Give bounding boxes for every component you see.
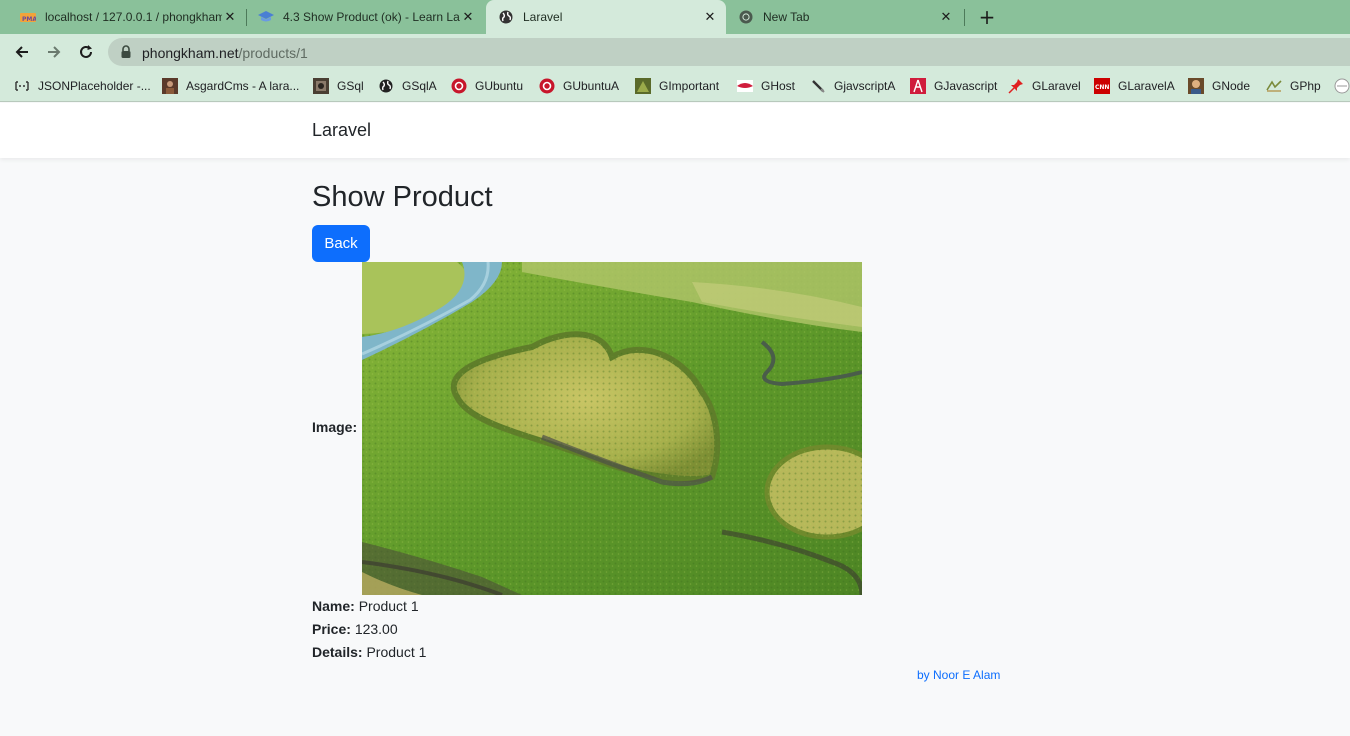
- bookmark-label: GLaravelA: [1118, 79, 1175, 93]
- tab-title: Laravel: [523, 10, 563, 24]
- tab-new-tab[interactable]: New Tab ✕: [726, 0, 962, 34]
- url-text: phongkham.net/products/1: [142, 45, 308, 61]
- tab-laravel[interactable]: Laravel ✕: [486, 0, 726, 34]
- details-label: Details:: [312, 644, 363, 660]
- javascript-icon: [910, 78, 926, 94]
- price-field: Price: 123.00: [312, 621, 398, 637]
- price-value: 123.00: [354, 621, 398, 637]
- tab-strip: PMA localhost / 127.0.0.1 / phongkham ✕ …: [0, 0, 1350, 34]
- site-navbar: Laravel: [0, 103, 1350, 158]
- bookmark-label: JSONPlaceholder -...: [38, 79, 151, 93]
- important-icon: [635, 78, 651, 94]
- bookmark-label: GNode: [1212, 79, 1251, 93]
- bookmark-jsonplaceholder[interactable]: JSONPlaceholder -...: [14, 76, 151, 96]
- bookmark-gsqla[interactable]: GSqlA: [378, 76, 437, 96]
- navbar-brand[interactable]: Laravel: [312, 120, 371, 141]
- close-icon[interactable]: ✕: [460, 9, 476, 25]
- svg-text:CNN: CNN: [1095, 84, 1109, 91]
- back-arrow-icon[interactable]: [10, 40, 34, 64]
- cnn-icon: CNN: [1094, 78, 1110, 94]
- globe-icon: [378, 78, 394, 94]
- product-image: [362, 262, 862, 595]
- forward-arrow-icon[interactable]: [42, 40, 66, 64]
- bookmark-label: GUbuntuA: [563, 79, 620, 93]
- bookmark-label: GImportant: [659, 79, 720, 93]
- name-field: Name: Product 1: [312, 598, 419, 614]
- bookmark-gubuntu[interactable]: GUbuntu: [451, 76, 523, 96]
- node-icon: [1188, 78, 1204, 94]
- globe-icon: [498, 9, 514, 25]
- url-host: phongkham.net: [142, 45, 239, 61]
- chrome-icon: [738, 9, 754, 25]
- asgard-icon: [162, 78, 178, 94]
- name-value: Product 1: [358, 598, 419, 614]
- tab-learn-laravel[interactable]: 4.3 Show Product (ok) - Learn Lar ✕: [238, 0, 484, 34]
- reload-icon[interactable]: [74, 40, 98, 64]
- tab-title: localhost / 127.0.0.1 / phongkham: [45, 10, 222, 24]
- host-icon: [737, 78, 753, 94]
- close-icon[interactable]: ✕: [702, 9, 718, 25]
- back-button[interactable]: Back: [312, 225, 370, 262]
- svg-text:PMA: PMA: [22, 16, 36, 23]
- details-value: Product 1: [366, 644, 427, 660]
- address-bar[interactable]: phongkham.net/products/1: [108, 38, 1350, 66]
- pen-icon: [810, 78, 826, 94]
- bookmark-label: GHost: [761, 79, 796, 93]
- bookmark-asgardcms[interactable]: AsgardCms - A lara...: [162, 76, 299, 96]
- name-label: Name:: [312, 598, 355, 614]
- details-field: Details: Product 1: [312, 644, 426, 660]
- url-path: /products/1: [238, 45, 308, 61]
- bookmark-gsql[interactable]: GSql: [313, 76, 364, 96]
- bookmark-label: GPhp: [1290, 79, 1321, 93]
- bookmark-overflow[interactable]: [1334, 76, 1350, 96]
- browser-toolbar: phongkham.net/products/1: [0, 34, 1350, 70]
- tab-title: 4.3 Show Product (ok) - Learn Lar: [283, 10, 460, 24]
- price-label: Price:: [312, 621, 351, 637]
- bookmark-label: GJavascript: [934, 79, 998, 93]
- page-title: Show Product: [312, 181, 493, 213]
- bookmark-gjavscripta[interactable]: GjavscriptA: [810, 76, 895, 96]
- tab-title: New Tab: [763, 10, 810, 24]
- bookmark-label: GUbuntu: [475, 79, 524, 93]
- new-tab-button[interactable]: +: [976, 5, 998, 29]
- page-icon: [1334, 78, 1350, 94]
- close-icon[interactable]: ✕: [222, 9, 238, 25]
- bookmark-gjavascript[interactable]: GJavascript: [910, 76, 997, 96]
- pin-icon: [1008, 78, 1024, 94]
- close-icon[interactable]: ✕: [938, 9, 954, 25]
- image-label: Image:: [312, 419, 358, 435]
- bookmark-glaravela[interactable]: CNN GLaravelA: [1094, 76, 1175, 96]
- bookmark-label: GSql: [337, 79, 364, 93]
- phpmyadmin-icon: PMA: [20, 9, 36, 25]
- bookmark-gimportant[interactable]: GImportant: [635, 76, 719, 96]
- bookmark-ghost[interactable]: GHost: [737, 76, 795, 96]
- tab-phpmyadmin[interactable]: PMA localhost / 127.0.0.1 / phongkham ✕: [0, 0, 246, 34]
- graduation-cap-icon: [258, 9, 274, 25]
- bookmark-label: AsgardCms - A lara...: [186, 79, 300, 93]
- bookmark-gubuntua[interactable]: GUbuntuA: [539, 76, 619, 96]
- tab-separator: [964, 9, 965, 26]
- lock-icon: [120, 45, 132, 59]
- bookmark-label: GSqlA: [402, 79, 437, 93]
- bookmark-gnode[interactable]: GNode: [1188, 76, 1250, 96]
- sql-icon: [313, 78, 329, 94]
- ubuntu-icon: [539, 78, 555, 94]
- jsonplaceholder-icon: [14, 78, 30, 94]
- bookmark-label: GjavscriptA: [834, 79, 896, 93]
- ubuntu-icon: [451, 78, 467, 94]
- bookmark-label: GLaravel: [1032, 79, 1081, 93]
- author-credit: by Noor E Alam: [917, 668, 1001, 682]
- bookmark-glaravel[interactable]: GLaravel: [1008, 76, 1081, 96]
- bookmark-gphp[interactable]: GPhp: [1266, 76, 1321, 96]
- php-icon: [1266, 78, 1282, 94]
- bookmarks-bar: JSONPlaceholder -... AsgardCms - A lara.…: [0, 70, 1350, 102]
